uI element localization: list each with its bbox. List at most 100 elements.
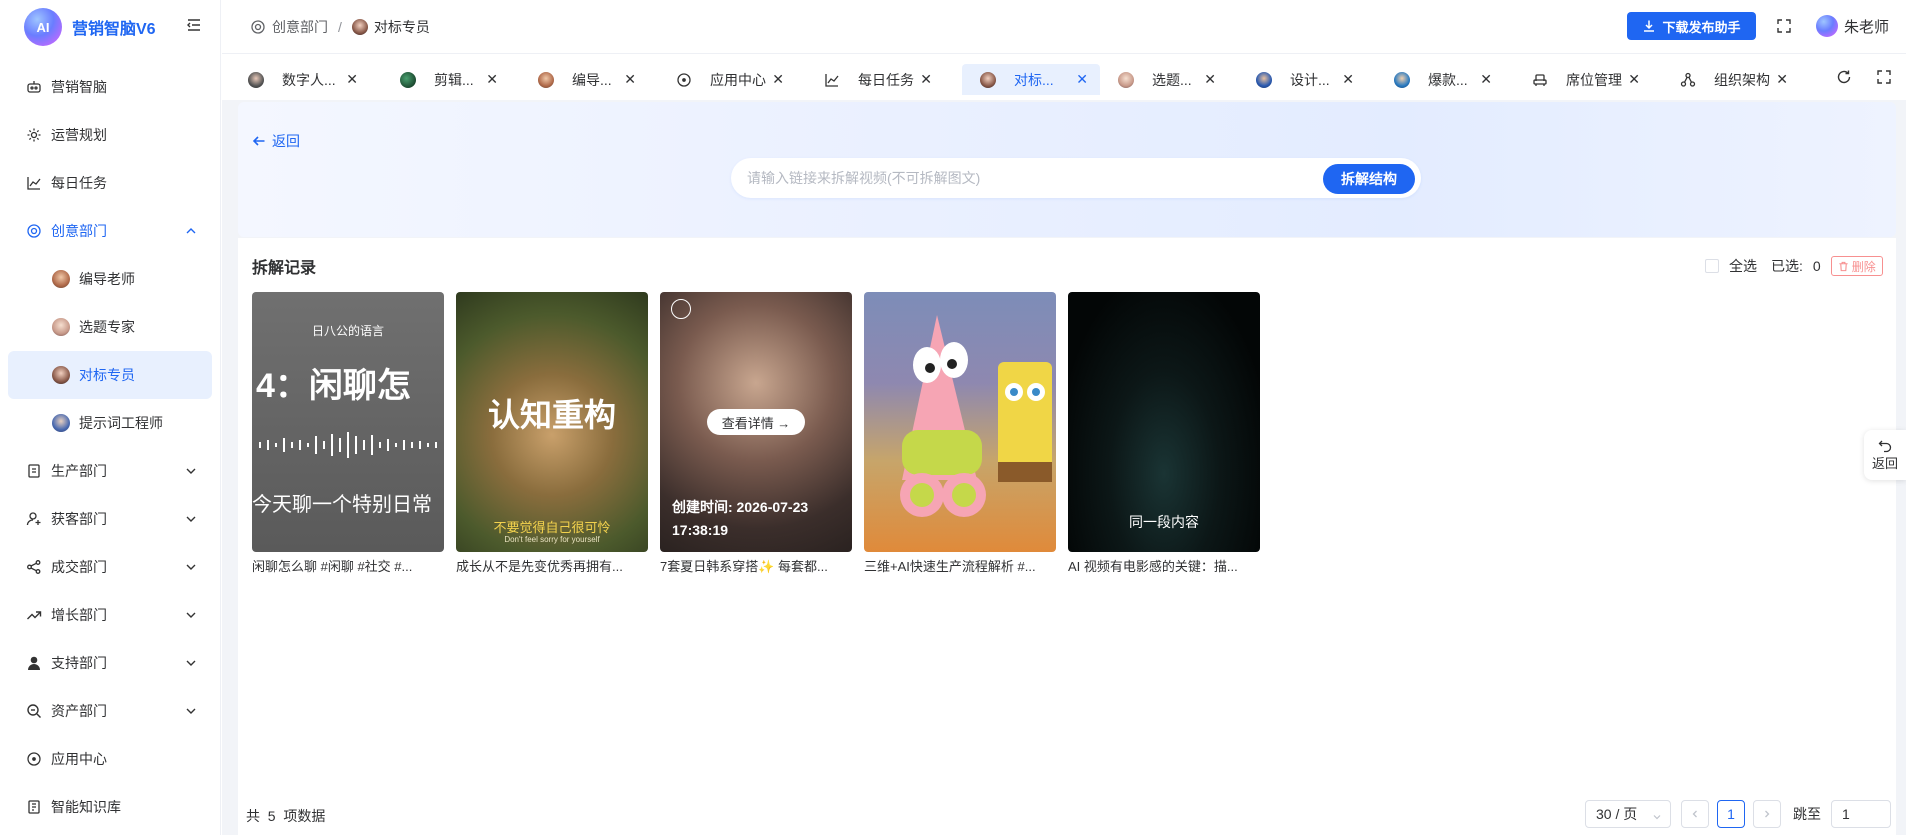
close-icon[interactable]: ✕ xyxy=(624,71,636,88)
sidebar-item-production-dept[interactable]: 生产部门 xyxy=(8,447,212,495)
close-icon[interactable]: ✕ xyxy=(772,71,784,88)
user-add-icon xyxy=(26,511,42,527)
tab-topic[interactable]: 选题... ✕ xyxy=(1100,64,1228,95)
sidebar-item-prompt-engineer[interactable]: 提示词工程师 xyxy=(8,399,212,447)
floating-back-button[interactable]: 返回 xyxy=(1864,430,1906,480)
thumbnail-overlay-text: 今天聊一个特别日常 xyxy=(252,494,432,516)
sidebar-item-label: 支持部门 xyxy=(51,655,107,671)
avatar xyxy=(1256,71,1272,88)
sidebar-item-label: 选题专家 xyxy=(79,319,135,335)
avatar xyxy=(52,270,70,288)
tab-director[interactable]: 编导... ✕ xyxy=(520,64,648,95)
select-all-checkbox[interactable] xyxy=(1705,259,1719,273)
chevron-up-icon xyxy=(184,224,198,238)
sidebar-item-app-center[interactable]: 应用中心 xyxy=(8,735,212,783)
avatar xyxy=(980,71,996,88)
video-thumbnail[interactable] xyxy=(864,292,1056,552)
thumbnail-overlay-text: 4：闲聊怎 xyxy=(256,367,411,405)
tab-digital-human[interactable]: 数字人... ✕ xyxy=(230,64,370,95)
app-logo[interactable]: AI 营销智脑V6 xyxy=(24,8,156,46)
user-menu[interactable]: 朱老师 xyxy=(1816,15,1889,37)
close-icon[interactable]: ✕ xyxy=(486,71,498,88)
org-chart-icon xyxy=(1680,72,1696,88)
tab-seat-management[interactable]: 席位管理 ✕ xyxy=(1514,64,1652,95)
sidebar-item-operation-plan[interactable]: 运营规划 xyxy=(8,111,212,159)
sidebar-item-director[interactable]: 编导老师 xyxy=(8,255,212,303)
settings-icon xyxy=(26,127,42,143)
view-details-button[interactable]: 查看详情 → xyxy=(707,409,805,435)
close-icon[interactable]: ✕ xyxy=(1342,71,1354,88)
sidebar-item-acquisition-dept[interactable]: 获客部门 xyxy=(8,495,212,543)
video-thumbnail[interactable]: 日八公的语言 4：闲聊怎 今天聊一个特别日常 xyxy=(252,292,444,552)
close-icon[interactable]: ✕ xyxy=(346,71,358,88)
sidebar-item-growth-dept[interactable]: 增长部门 xyxy=(8,591,212,639)
video-thumbnail[interactable]: 查看详情 → 创建时间: 2026-07-23 17:38:19 xyxy=(660,292,852,552)
jump-page-input[interactable] xyxy=(1831,800,1891,828)
created-time-value: 17:38:19 xyxy=(672,522,729,538)
refresh-icon[interactable] xyxy=(1836,69,1852,88)
close-icon[interactable]: ✕ xyxy=(1628,71,1640,88)
sidebar-item-daily-tasks[interactable]: 每日任务 xyxy=(8,159,212,207)
sidebar-item-benchmark-specialist[interactable]: 对标专员 xyxy=(8,351,212,399)
chevron-left-icon xyxy=(1692,810,1697,818)
sidebar-item-creative-dept[interactable]: 创意部门 xyxy=(8,207,212,255)
sidebar-item-knowledge-base[interactable]: 智能知识库 xyxy=(8,783,212,831)
close-icon[interactable]: ✕ xyxy=(1776,71,1788,88)
chevron-down-icon xyxy=(184,608,198,622)
page-size-select[interactable]: 30 / 页 xyxy=(1585,800,1671,828)
selection-toolbar: 全选 已选: 0 删除 xyxy=(1705,256,1883,276)
sidebar-item-label: 创意部门 xyxy=(51,223,107,239)
tab-org-structure[interactable]: 组织架构 ✕ xyxy=(1662,64,1800,95)
prev-page-button[interactable] xyxy=(1681,800,1709,828)
parse-structure-button[interactable]: 拆解结构 xyxy=(1323,164,1415,194)
record-card[interactable]: 查看详情 → 创建时间: 2026-07-23 17:38:19 7套夏日韩系穿… xyxy=(660,292,852,575)
sidebar-item-label: 编导老师 xyxy=(79,271,135,287)
record-card[interactable]: 日八公的语言 4：闲聊怎 今天聊一个特别日常 闲聊怎么聊 #闲聊 #社交 #..… xyxy=(252,292,444,575)
sidebar-item-marketing-brain[interactable]: 营销智脑 xyxy=(8,63,212,111)
back-link[interactable]: 返回 xyxy=(252,131,300,151)
next-page-button[interactable] xyxy=(1753,800,1781,828)
download-publish-assistant-button[interactable]: 下载发布助手 xyxy=(1627,12,1756,40)
tab-app-center[interactable]: 应用中心 ✕ xyxy=(658,64,796,95)
created-label: 创建时间: 2026-07-23 xyxy=(672,499,809,515)
video-link-input[interactable] xyxy=(747,158,1307,198)
thumbnail-overlay-text: Don't feel sorry for yourself xyxy=(504,535,600,544)
chevron-right-icon xyxy=(1765,810,1770,818)
fullscreen-icon[interactable] xyxy=(1876,69,1892,88)
select-all-label[interactable]: 全选 xyxy=(1729,256,1757,276)
record-caption: 成长从不是先变优秀再拥有... xyxy=(456,559,623,574)
record-card[interactable]: 三维+AI快速生产流程解析 #... xyxy=(864,292,1056,575)
delete-button[interactable]: 删除 xyxy=(1830,256,1883,276)
select-card-checkbox[interactable] xyxy=(671,299,691,319)
close-icon[interactable]: ✕ xyxy=(920,71,932,88)
video-thumbnail[interactable]: 同一段内容 xyxy=(1068,292,1260,552)
page-number-button[interactable]: 1 xyxy=(1717,800,1745,828)
thumbnail-overlay-text: 认知重构 xyxy=(487,396,616,434)
close-icon[interactable]: ✕ xyxy=(1480,71,1492,88)
thumbnail-overlay-text: 不要觉得自己很可怜 xyxy=(493,520,611,535)
sidebar-item-support-dept[interactable]: 支持部门 xyxy=(8,639,212,687)
collapse-sidebar-icon[interactable] xyxy=(186,17,202,33)
sidebar-item-deal-dept[interactable]: 成交部门 xyxy=(8,543,212,591)
fullscreen-icon[interactable] xyxy=(1776,18,1792,34)
tab-design[interactable]: 设计... ✕ xyxy=(1238,64,1366,95)
sidebar-item-label: 智能知识库 xyxy=(51,799,121,815)
sidebar-item-label: 每日任务 xyxy=(51,175,107,191)
tab-viral[interactable]: 爆款... ✕ xyxy=(1376,64,1504,95)
record-card[interactable]: 同一段内容 AI 视频有电影感的关键：描... xyxy=(1068,292,1260,575)
sidebar-item-topic-expert[interactable]: 选题专家 xyxy=(8,303,212,351)
sidebar-item-label: 资产部门 xyxy=(51,703,107,719)
breadcrumb-item[interactable]: 创意部门 xyxy=(272,17,328,37)
close-icon[interactable]: ✕ xyxy=(1076,71,1088,88)
chevron-down-icon xyxy=(184,704,198,718)
video-thumbnail[interactable]: 认知重构 不要觉得自己很可怜 Don't feel sorry for your… xyxy=(456,292,648,552)
avatar xyxy=(52,318,70,336)
sidebar-item-asset-dept[interactable]: 资产部门 xyxy=(8,687,212,735)
tab-benchmark[interactable]: 对标... ✕ xyxy=(962,64,1100,95)
record-card[interactable]: 认知重构 不要觉得自己很可怜 Don't feel sorry for your… xyxy=(456,292,648,575)
close-icon[interactable]: ✕ xyxy=(1204,71,1216,88)
tab-editing[interactable]: 剪辑... ✕ xyxy=(382,64,510,95)
link-search-box: 拆解结构 xyxy=(731,158,1421,198)
avatar xyxy=(400,71,416,88)
tab-daily-tasks[interactable]: 每日任务 ✕ xyxy=(806,64,944,95)
